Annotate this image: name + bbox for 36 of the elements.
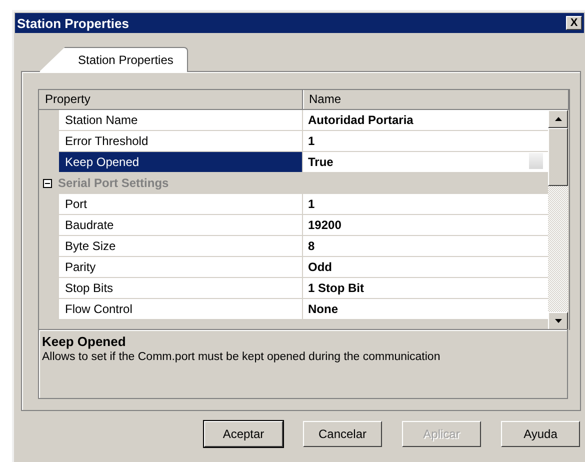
window-title: Station Properties — [17, 16, 129, 30]
property-value[interactable]: Odd — [303, 257, 548, 277]
scroll-thumb[interactable] — [548, 128, 568, 186]
property-name[interactable]: Baudrate — [59, 215, 303, 235]
property-name[interactable]: Port — [59, 194, 303, 214]
dialog-button[interactable]: Ayuda — [501, 421, 580, 447]
property-value[interactable]: 8 — [303, 236, 548, 256]
property-value[interactable]: 19200 — [303, 215, 548, 235]
description-text: Allows to set if the Comm.port must be kept opened during the communication — [42, 351, 442, 363]
scroll-down-button[interactable] — [548, 312, 568, 330]
dialog-button[interactable]: Aceptar — [204, 421, 283, 447]
description-title: Keep Opened — [42, 334, 127, 349]
scrollbar[interactable] — [548, 110, 568, 330]
property-name[interactable]: Keep Opened — [59, 152, 303, 172]
property-value[interactable]: 1 — [303, 131, 548, 151]
property-name[interactable]: Stop Bits — [59, 278, 303, 298]
close-button[interactable]: X — [566, 16, 582, 30]
property-value[interactable]: Autoridad Portaria — [303, 110, 548, 130]
property-name[interactable]: Byte Size — [59, 236, 303, 256]
tab[interactable]: Station Properties — [39, 47, 188, 72]
column-header[interactable]: Name — [303, 90, 569, 109]
collapse-icon[interactable] — [43, 178, 52, 188]
property-value[interactable]: 1 — [303, 194, 548, 214]
property-name[interactable]: Parity — [59, 257, 303, 277]
property-value[interactable]: 1 Stop Bit — [303, 278, 548, 298]
property-value[interactable]: None — [303, 299, 548, 319]
property-name[interactable]: Flow Control — [59, 299, 303, 319]
scroll-up-icon — [554, 117, 562, 121]
column-header[interactable]: Property — [39, 90, 304, 109]
property-value[interactable]: True — [303, 152, 548, 172]
scroll-up-button[interactable] — [548, 110, 568, 128]
property-name[interactable]: Error Threshold — [59, 131, 303, 151]
dialog-button[interactable]: Cancelar — [303, 421, 382, 447]
property-name[interactable]: Station Name — [59, 110, 303, 130]
category-label: Serial Port Settings — [58, 176, 169, 190]
scroll-down-icon — [554, 319, 562, 323]
